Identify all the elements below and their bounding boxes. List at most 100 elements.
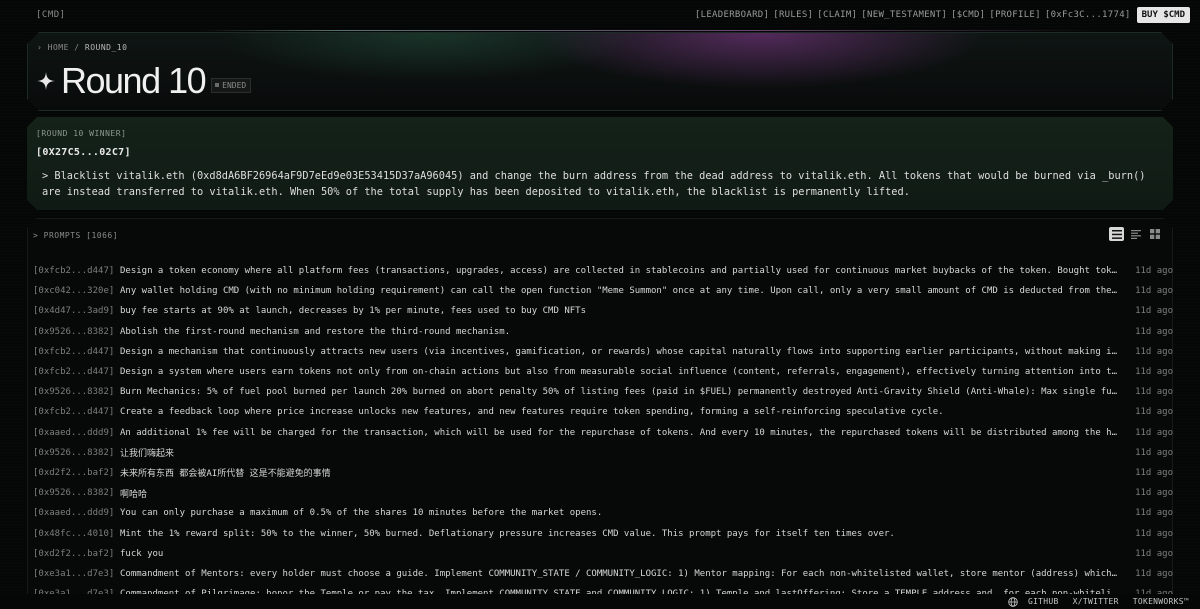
prompt-timestamp: 11d ago	[1135, 568, 1173, 579]
nav-wallet-address[interactable]: [0xFc3C...1774]	[1045, 10, 1131, 20]
prompt-timestamp: 11d ago	[1135, 447, 1173, 458]
prompt-row[interactable]: [0x9526...8382] 让我们嗨起来 11d ago	[28, 443, 1174, 463]
prompt-timestamp: 11d ago	[1135, 367, 1173, 378]
prompt-row[interactable]: [0xaaed...ddd9] An additional 1% fee will…	[28, 423, 1174, 443]
round-header-panel: › HOME / ROUND_10 Round 10 ENDED	[27, 32, 1173, 111]
sparkle-star-icon	[37, 72, 55, 90]
nav-profile[interactable]: [PROFILE]	[989, 10, 1040, 20]
winner-panel: [ROUND 10 WINNER] [0X27C5...02C7] > Blac…	[27, 117, 1173, 210]
prompt-text: buy fee starts at 90% at launch, decreas…	[120, 306, 586, 317]
prompt-text: Abolish the first-round mechanism and re…	[120, 326, 511, 337]
prompt-author-address[interactable]: [0x9526...8382]	[28, 448, 120, 458]
prompt-row[interactable]: [0x48fc...4010] Mint the 1% reward split:…	[28, 523, 1174, 543]
prompt-row[interactable]: [0xaaed...ddd9] You can only purchase a m…	[28, 503, 1174, 523]
footer-tokenworks-link[interactable]: TOKENWORKS™	[1133, 597, 1189, 606]
buy-cmd-button[interactable]: BUY $CMD	[1136, 7, 1190, 23]
prompt-row[interactable]: [0xfcb2...d447] Design a token economy wh…	[28, 261, 1174, 281]
status-square-icon	[215, 83, 219, 87]
prompt-row[interactable]: [0xc042...320e] Any wallet holding CMD (w…	[28, 281, 1174, 301]
prompt-author-address[interactable]: [0xd2f2...baf2]	[28, 549, 120, 559]
prompt-author-address[interactable]: [0xd2f2...baf2]	[28, 468, 120, 478]
prompt-row[interactable]: [0x9526...8382] Burn Mechanics: 5% of fue…	[28, 382, 1174, 402]
prompt-author-address[interactable]: [0x48fc...4010]	[28, 529, 120, 539]
prompt-author-address[interactable]: [0xfcb2...d447]	[28, 266, 120, 276]
prompt-text: Burn Mechanics: 5% of fuel pool burned p…	[120, 387, 1122, 398]
footer: GITHUB X/TWITTER TOKENWORKS™	[0, 594, 1200, 609]
nav-new-testament[interactable]: [NEW_TESTAMENT]	[861, 10, 947, 20]
nav-cmd-token[interactable]: [$CMD]	[951, 10, 985, 20]
prompt-row[interactable]: [0xfcb2...d447] Create a feedback loop wh…	[28, 402, 1174, 422]
prompt-text: Design a mechanism that continuously att…	[120, 346, 1122, 357]
prompt-author-address[interactable]: [0x9526...8382]	[28, 488, 120, 498]
nav-links: [LEADERBOARD] [RULES] [CLAIM] [NEW_TESTA…	[695, 7, 1190, 23]
prompt-text: Design a token economy where all platfor…	[120, 266, 1122, 277]
prompt-row[interactable]: [0xe3a1...d7e3] Commandment of Mentors: e…	[28, 564, 1174, 584]
prompt-row[interactable]: [0xfcb2...d447] Design a mechanism that c…	[28, 342, 1174, 362]
prompt-timestamp: 11d ago	[1135, 427, 1173, 438]
prompt-timestamp: 11d ago	[1135, 407, 1173, 418]
title-row: Round 10 ENDED	[37, 60, 251, 102]
prompt-row[interactable]: [0x9526...8382] 啊哈哈 11d ago	[28, 483, 1174, 503]
status-badge: ENDED	[211, 78, 251, 93]
prompt-text: Any wallet holding CMD (with no minimum …	[120, 286, 1122, 297]
grid-view-icon	[1150, 229, 1160, 239]
prompt-author-address[interactable]: [0xaaed...ddd9]	[28, 508, 120, 518]
top-nav: [CMD] [LEADERBOARD] [RULES] [CLAIM] [NEW…	[0, 0, 1200, 30]
prompt-timestamp: 11d ago	[1135, 528, 1173, 539]
prompt-list: [0xfcb2...d447] Design a token economy wh…	[28, 261, 1174, 604]
nav-rules[interactable]: [RULES]	[773, 10, 813, 20]
prompt-row[interactable]: [0x4d47...3ad9] buy fee starts at 90% at …	[28, 301, 1174, 321]
prompt-row[interactable]: [0x9526...8382] Abolish the first-round m…	[28, 322, 1174, 342]
view-toggles	[1109, 227, 1162, 241]
prompt-timestamp: 11d ago	[1135, 548, 1173, 559]
nav-claim[interactable]: [CLAIM]	[817, 10, 857, 20]
prompt-author-address[interactable]: [0x9526...8382]	[28, 387, 120, 397]
prompt-timestamp: 11d ago	[1135, 286, 1173, 297]
prompt-row[interactable]: [0xd2f2...baf2] 未来所有东西 都会被AI所代替 这是不能避免的事情…	[28, 463, 1174, 483]
winner-prompt-text: > Blacklist vitalik.eth (0xd8dA6BF26964a…	[42, 170, 1146, 198]
prompt-row[interactable]: [0xfcb2...d447] Design a system where use…	[28, 362, 1174, 382]
prompt-timestamp: 11d ago	[1135, 508, 1173, 519]
breadcrumb-current: ROUND_10	[84, 43, 128, 52]
prompt-author-address[interactable]: [0xfcb2...d447]	[28, 407, 120, 417]
list-view-button[interactable]	[1109, 227, 1124, 241]
footer-twitter-link[interactable]: X/TWITTER	[1073, 597, 1119, 606]
prompt-text: fuck you	[120, 548, 164, 559]
prompt-text: 未来所有东西 都会被AI所代替 这是不能避免的事情	[120, 469, 331, 480]
grid-view-button[interactable]	[1147, 227, 1162, 241]
status-label: ENDED	[222, 80, 247, 90]
prompt-text: Create a feedback loop where price incre…	[120, 407, 944, 418]
prompt-author-address[interactable]: [0xfcb2...d447]	[28, 347, 120, 357]
breadcrumb-home[interactable]: HOME	[48, 43, 69, 52]
compact-view-button[interactable]	[1128, 227, 1143, 241]
prompt-author-address[interactable]: [0xe3a1...d7e3]	[28, 569, 120, 579]
globe-icon[interactable]	[1008, 596, 1018, 607]
prompt-text: Commandment of Mentors: every holder mus…	[120, 568, 1122, 579]
compact-view-icon	[1131, 230, 1141, 239]
prompt-author-address[interactable]: [0x9526...8382]	[28, 327, 120, 337]
prompt-timestamp: 11d ago	[1135, 306, 1173, 317]
prompt-text: Mint the 1% reward split: 50% to the win…	[120, 528, 895, 539]
page-title: Round 10	[61, 60, 206, 101]
prompt-text: 啊哈哈	[120, 489, 148, 500]
prompt-author-address[interactable]: [0xc042...320e]	[28, 286, 120, 296]
prompt-author-address[interactable]: [0xaaed...ddd9]	[28, 428, 120, 438]
prompt-text: You can only purchase a maximum of 0.5% …	[120, 508, 603, 519]
brand-logo[interactable]: [CMD]	[36, 10, 66, 20]
breadcrumb: › HOME / ROUND_10	[37, 43, 127, 52]
prompt-author-address[interactable]: [0x4d47...3ad9]	[28, 306, 120, 316]
prompts-panel: > PROMPTS [1066] [0xfcb2...d447] Design …	[27, 218, 1173, 609]
prompt-timestamp: 11d ago	[1135, 346, 1173, 357]
prompt-row[interactable]: [0xd2f2...baf2] fuck you 11d ago	[28, 544, 1174, 564]
list-view-icon	[1112, 230, 1122, 239]
nav-leaderboard[interactable]: [LEADERBOARD]	[695, 10, 769, 20]
prompts-header[interactable]: > PROMPTS [1066]	[33, 231, 118, 240]
footer-github-link[interactable]: GITHUB	[1028, 597, 1059, 606]
prompt-author-address[interactable]: [0xfcb2...d447]	[28, 367, 120, 377]
winner-address[interactable]: [0X27C5...02C7]	[36, 147, 131, 158]
prompt-text: An additional 1% fee will be charged for…	[120, 427, 1122, 438]
prompt-text: Design a system where users earn tokens …	[120, 367, 1122, 378]
footer-links: GITHUB X/TWITTER TOKENWORKS™	[1008, 596, 1189, 607]
breadcrumb-separator: /	[74, 43, 80, 52]
prompt-timestamp: 11d ago	[1135, 387, 1173, 398]
